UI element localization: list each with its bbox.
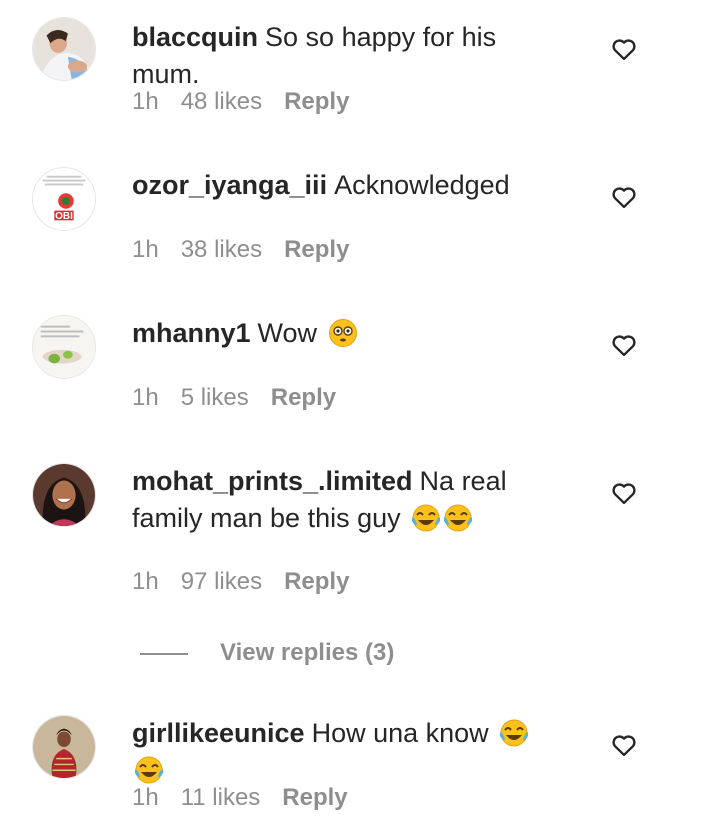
comment-meta: 1h 97 likes Reply <box>132 567 371 597</box>
comment-time: 1h <box>132 784 159 811</box>
comment-username[interactable]: mohat_prints_.limited <box>132 466 413 496</box>
comment-time: 1h <box>132 568 159 595</box>
comment-text: girllikeeunice How una know <box>132 715 552 789</box>
heart-outline-icon[interactable] <box>610 731 638 759</box>
avatar[interactable] <box>32 315 96 379</box>
reply-button[interactable]: Reply <box>284 568 349 595</box>
comment-username[interactable]: ozor_iyanga_iii <box>132 170 327 200</box>
flushed-face-icon <box>328 319 357 347</box>
reply-button[interactable]: Reply <box>284 236 349 263</box>
comment-likes[interactable]: 48 likes <box>181 88 262 115</box>
comment-likes[interactable]: 38 likes <box>181 236 262 263</box>
comment-time: 1h <box>132 384 159 411</box>
divider-line <box>140 652 188 655</box>
reply-button[interactable]: Reply <box>282 784 347 811</box>
avatar[interactable] <box>32 17 96 81</box>
avatar[interactable] <box>32 715 96 779</box>
comment-meta: 1h 48 likes Reply <box>132 87 371 117</box>
reply-button[interactable]: Reply <box>271 384 336 411</box>
comment-likes[interactable]: 5 likes <box>181 384 249 411</box>
heart-outline-icon[interactable] <box>610 35 638 63</box>
view-replies-label: View replies (3) <box>220 639 395 666</box>
tears-of-joy-icon <box>500 719 529 747</box>
heart-outline-icon[interactable] <box>610 479 638 507</box>
heart-outline-icon[interactable] <box>610 183 638 211</box>
avatar-badge-text: OBI <box>55 211 73 222</box>
comment-body: Acknowledged <box>334 170 510 200</box>
comment-meta: 1h 11 likes Reply <box>132 783 370 813</box>
comment-likes[interactable]: 11 likes <box>181 784 261 811</box>
tears-of-joy-icon <box>412 504 441 532</box>
heart-outline-icon[interactable] <box>610 331 638 359</box>
comment-text: mohat_prints_.limited Na real family man … <box>132 463 552 537</box>
comment-text: blaccquin So so happy for his mum. <box>132 19 552 93</box>
comment-likes[interactable]: 97 likes <box>181 568 262 595</box>
comment-username[interactable]: blaccquin <box>132 22 258 52</box>
comment-username[interactable]: girllikeeunice <box>132 718 305 748</box>
comment-time: 1h <box>132 236 159 263</box>
comment-username[interactable]: mhanny1 <box>132 318 251 348</box>
comment-text: ozor_iyanga_iii Acknowledged <box>132 167 552 204</box>
comment-meta: 1h 38 likes Reply <box>132 235 371 265</box>
comment-meta: 1h 5 likes Reply <box>132 383 358 413</box>
view-replies-button[interactable]: View replies (3) <box>140 636 394 670</box>
reply-button[interactable]: Reply <box>284 88 349 115</box>
avatar[interactable] <box>32 463 96 527</box>
tears-of-joy-icon <box>135 756 163 784</box>
comment-body: How una know <box>311 718 489 748</box>
tears-of-joy-icon <box>444 504 473 532</box>
comment-text: mhanny1 Wow <box>132 315 552 352</box>
comment-body: Wow <box>257 318 318 348</box>
comment-time: 1h <box>132 88 159 115</box>
